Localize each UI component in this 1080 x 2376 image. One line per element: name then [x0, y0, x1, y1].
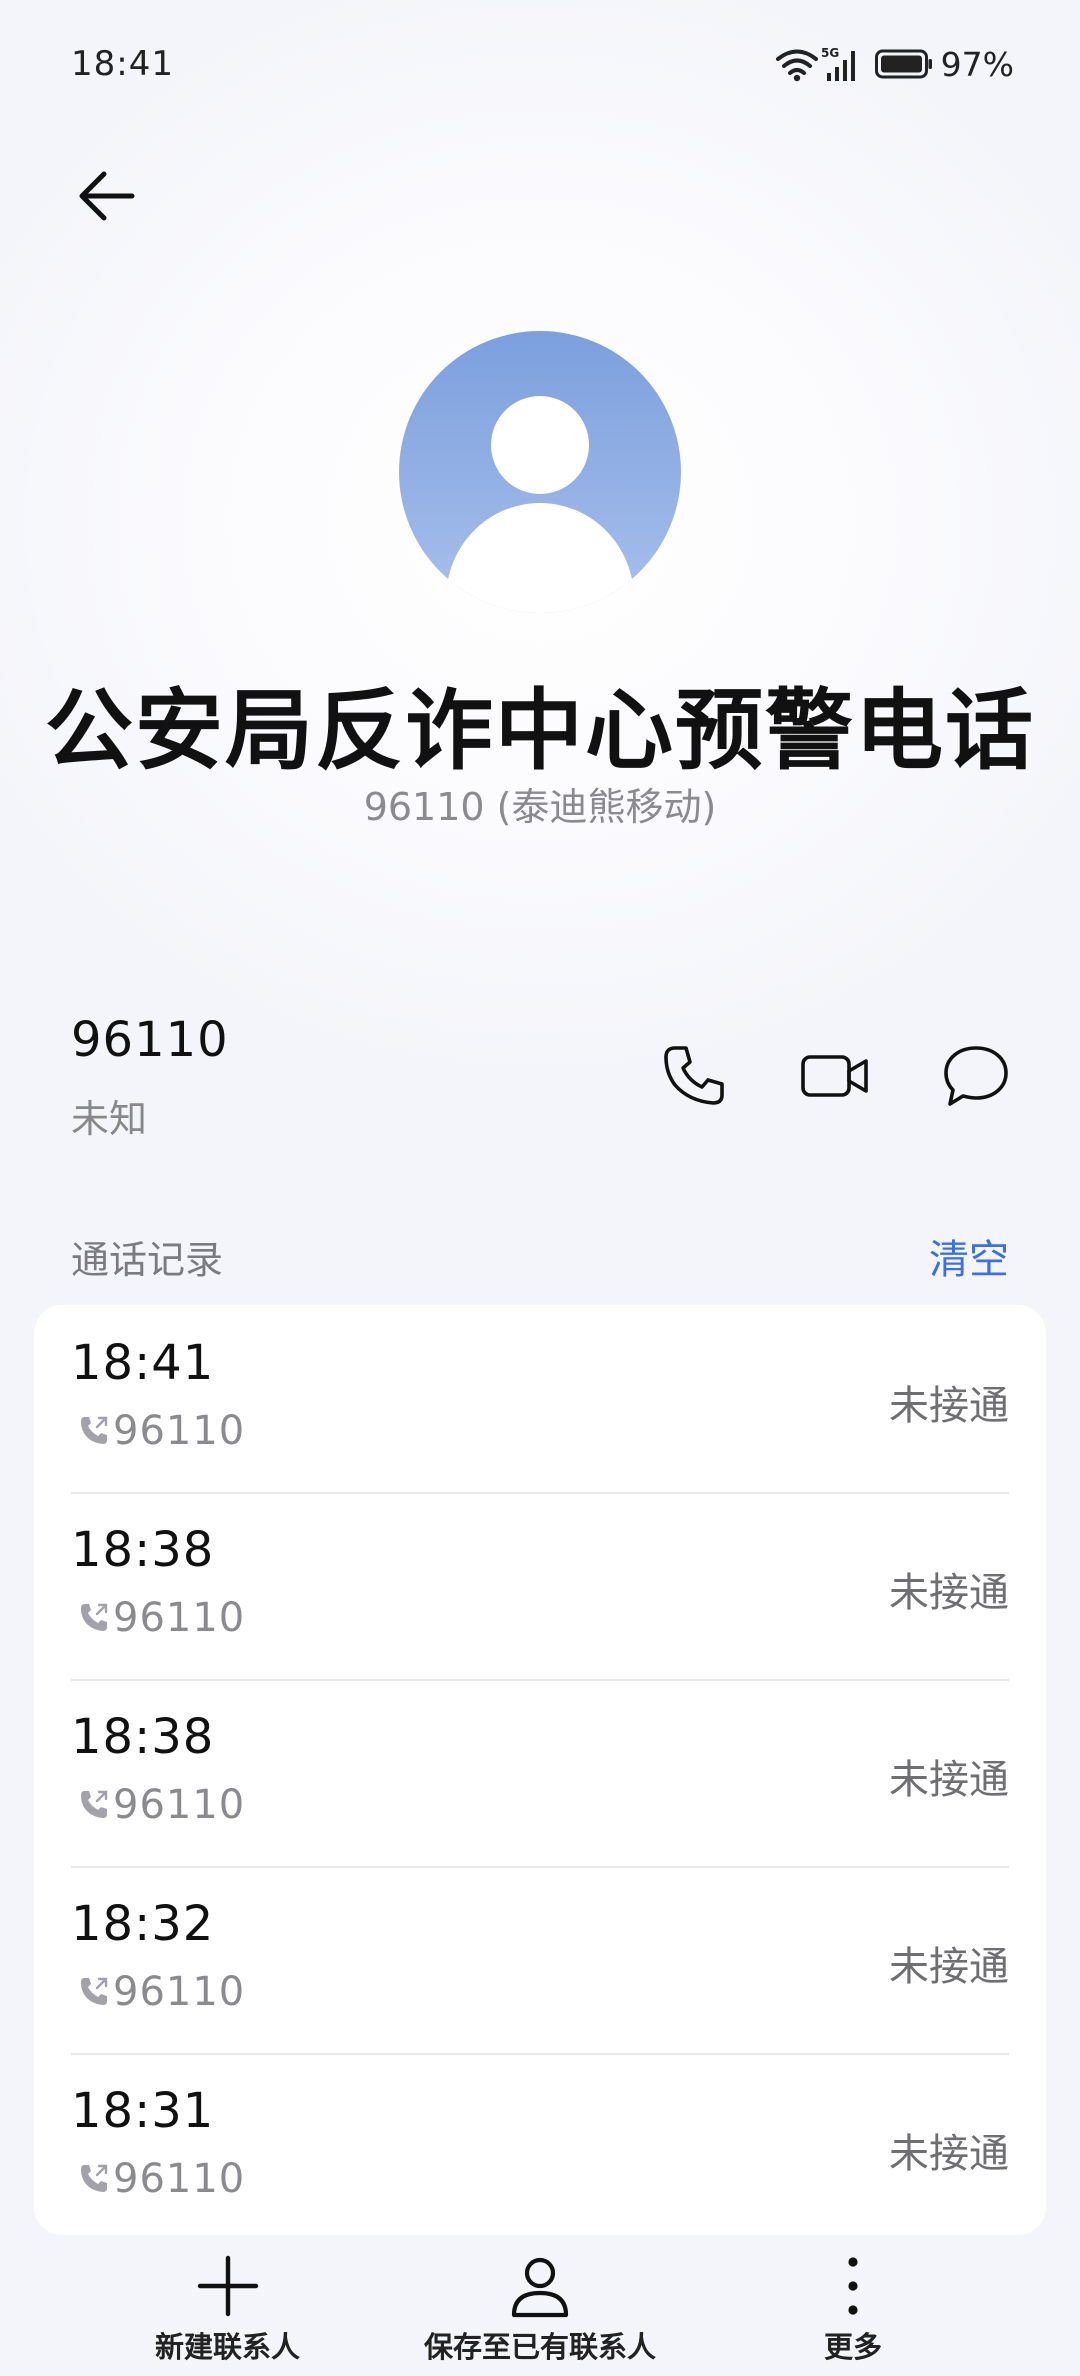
status-time: 18:41 [71, 44, 174, 84]
call-time: 18:38 [71, 1709, 215, 1765]
outgoing-call-icon [81, 1790, 108, 1818]
call-time: 18:41 [71, 1335, 215, 1391]
more-vertical-icon [848, 2257, 858, 2315]
phone-number[interactable]: 96110 [71, 1012, 229, 1068]
call-status: 未接通 [889, 1383, 1009, 1429]
call-status: 未接通 [889, 1757, 1009, 1803]
call-number: 96110 [113, 1782, 246, 1828]
call-history-title: 通话记录 [71, 1238, 224, 1282]
call-history-list: 18:41 96110 未接通 18:38 96110 未接通 18:38 96… [34, 1305, 1046, 2235]
call-number: 96110 [113, 2156, 246, 2202]
call-button[interactable] [654, 1036, 734, 1116]
status-icons: 5G 97% [775, 44, 1014, 84]
message-button[interactable] [936, 1036, 1016, 1116]
person-avatar-icon [446, 396, 634, 613]
video-call-button[interactable] [795, 1036, 875, 1116]
call-number: 96110 [113, 1595, 246, 1641]
save-to-existing-button[interactable]: 保存至已有联系人 [420, 2254, 660, 2366]
person-icon [511, 2257, 569, 2318]
call-detail: 96110 [77, 2156, 245, 2202]
number-row: 96110 未知 [71, 1000, 1011, 1150]
signal-icon: 5G [821, 46, 855, 81]
call-history-row[interactable]: 18:38 96110 未接通 [71, 1679, 1009, 1868]
contact-name: 公安局反诈中心预警电话 [44, 679, 1035, 782]
call-status: 未接通 [889, 1570, 1009, 1616]
call-detail: 96110 [77, 1408, 245, 1454]
call-number: 96110 [113, 1969, 246, 2015]
call-time: 18:38 [71, 1522, 215, 1578]
number-type: 未知 [71, 1097, 148, 1141]
new-contact-label: 新建联系人 [154, 2330, 300, 2364]
network-type-label: 5G [821, 46, 839, 60]
outgoing-call-icon [81, 1416, 108, 1444]
avatar [399, 331, 681, 613]
call-history-row[interactable]: 18:41 96110 未接通 [71, 1305, 1009, 1494]
call-history-row[interactable]: 18:38 96110 未接通 [71, 1492, 1009, 1681]
call-status: 未接通 [889, 2131, 1009, 2177]
wifi-icon [775, 49, 818, 82]
call-detail: 96110 [77, 1595, 245, 1641]
battery-percent: 97% [940, 44, 1014, 84]
contact-subtitle: 96110 (泰迪熊移动) [363, 785, 717, 829]
call-time: 18:32 [71, 1896, 215, 1952]
bottom-action-bar: 新建联系人 保存至已有联系人 更多 [0, 2236, 1080, 2376]
call-history-row[interactable]: 18:32 96110 未接通 [71, 1866, 1009, 2055]
call-time: 18:31 [71, 2083, 215, 2139]
call-status: 未接通 [889, 1944, 1009, 1990]
battery-icon [874, 49, 932, 79]
plus-icon [197, 2255, 258, 2317]
phone-icon [664, 1046, 724, 1105]
outgoing-call-icon [81, 1977, 108, 2005]
call-history-header: 通话记录 清空 [71, 1225, 1009, 1285]
new-contact-button[interactable]: 新建联系人 [140, 2254, 315, 2366]
status-bar: 18:41 5G 97% [0, 0, 1080, 130]
arrow-left-icon [79, 171, 135, 221]
call-detail: 96110 [77, 1782, 245, 1828]
clear-history-button[interactable]: 清空 [929, 1227, 1009, 1285]
more-label: 更多 [823, 2330, 882, 2364]
call-number: 96110 [113, 1408, 246, 1454]
outgoing-call-icon [81, 2164, 108, 2192]
call-history-row[interactable]: 18:31 96110 未接通 [71, 2053, 1009, 2240]
back-button[interactable] [60, 150, 152, 242]
video-camera-icon [801, 1055, 868, 1097]
message-bubble-icon [944, 1046, 1008, 1106]
more-button[interactable]: 更多 [813, 2254, 893, 2366]
outgoing-call-icon [81, 1603, 108, 1631]
save-to-existing-label: 保存至已有联系人 [423, 2330, 656, 2364]
call-detail: 96110 [77, 1969, 245, 2015]
